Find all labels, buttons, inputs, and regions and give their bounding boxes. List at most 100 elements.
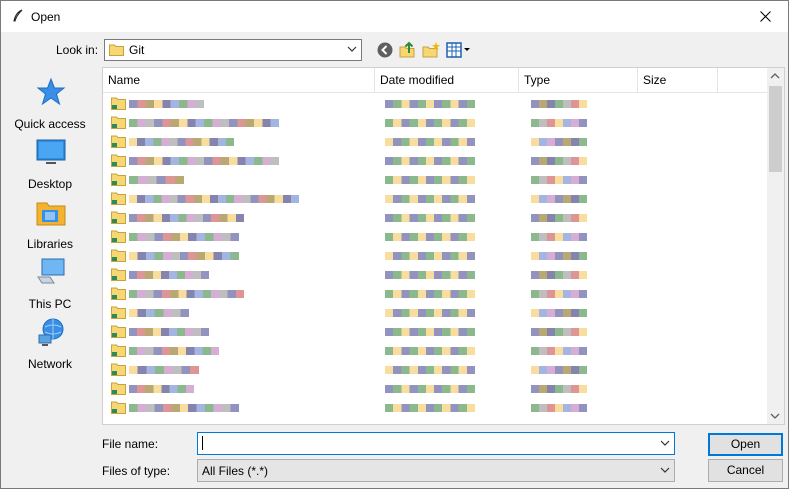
column-type[interactable]: Type	[524, 73, 550, 87]
list-item[interactable]	[103, 132, 768, 151]
column-size[interactable]: Size	[643, 73, 666, 87]
type-obscured	[531, 214, 587, 222]
file-list[interactable]: ⌃ Name Date modified Type Size	[102, 67, 785, 425]
name-obscured	[129, 290, 244, 298]
close-icon	[759, 11, 771, 22]
network-icon	[38, 318, 64, 346]
place-this-pc[interactable]: This PC	[2, 257, 98, 313]
folder-icon	[111, 401, 126, 414]
folder-icon	[111, 211, 126, 224]
date-obscured	[385, 195, 475, 203]
filename-label: File name:	[102, 437, 159, 451]
type-obscured	[531, 138, 587, 146]
name-obscured	[129, 138, 234, 146]
list-item[interactable]	[103, 303, 768, 322]
chevron-down-icon	[660, 467, 670, 473]
name-obscured	[129, 404, 239, 412]
type-obscured	[531, 119, 587, 127]
type-obscured	[531, 404, 587, 412]
list-item[interactable]	[103, 170, 768, 189]
folder-icon	[111, 344, 126, 357]
list-item[interactable]	[103, 398, 768, 417]
name-obscured	[129, 347, 219, 355]
name-obscured	[129, 328, 209, 336]
cancel-button[interactable]: Cancel	[708, 459, 783, 482]
name-obscured	[129, 233, 239, 241]
up-folder-icon[interactable]	[399, 41, 417, 59]
date-obscured	[385, 366, 475, 374]
folder-icon	[111, 249, 126, 262]
list-item[interactable]	[103, 322, 768, 341]
date-obscured	[385, 271, 475, 279]
list-item[interactable]	[103, 341, 768, 360]
view-menu-button[interactable]	[446, 41, 472, 59]
back-icon[interactable]	[376, 41, 394, 59]
date-obscured	[385, 119, 475, 127]
sort-ascending-icon: ⌃	[233, 67, 241, 74]
date-obscured	[385, 347, 475, 355]
folder-icon	[111, 382, 126, 395]
file-list-header: ⌃ Name Date modified Type Size	[103, 68, 768, 93]
filetype-select[interactable]: All Files (*.*)	[197, 459, 675, 482]
list-item[interactable]	[103, 113, 768, 132]
open-dialog: Open Look in: Git Quick access Desktop L…	[0, 0, 789, 489]
new-folder-icon[interactable]	[422, 41, 440, 59]
lookin-label: Look in:	[56, 43, 99, 57]
place-label: Libraries	[26, 237, 74, 251]
place-libraries[interactable]: Libraries	[2, 197, 98, 253]
list-item[interactable]	[103, 189, 768, 208]
scroll-down-icon[interactable]	[770, 411, 780, 421]
list-item[interactable]	[103, 151, 768, 170]
folder-icon	[111, 363, 126, 376]
vertical-scrollbar[interactable]	[767, 68, 784, 424]
open-button[interactable]: Open	[708, 433, 783, 456]
name-obscured	[129, 271, 209, 279]
place-desktop[interactable]: Desktop	[2, 137, 98, 193]
lookin-combo[interactable]: Git	[104, 39, 362, 61]
type-obscured	[531, 252, 587, 260]
type-obscured	[531, 233, 587, 241]
chevron-down-icon[interactable]	[660, 438, 670, 448]
date-obscured	[385, 100, 475, 108]
list-item[interactable]	[103, 246, 768, 265]
name-obscured	[129, 309, 189, 317]
type-obscured	[531, 176, 587, 184]
type-obscured	[531, 347, 587, 355]
folder-icon	[111, 154, 126, 167]
list-item[interactable]	[103, 208, 768, 227]
text-caret	[202, 436, 203, 450]
date-obscured	[385, 309, 475, 317]
date-obscured	[385, 233, 475, 241]
folder-icon	[109, 44, 124, 56]
scroll-up-icon[interactable]	[770, 71, 780, 81]
name-obscured	[129, 385, 194, 393]
column-name[interactable]: Name	[108, 73, 140, 87]
list-item[interactable]	[103, 265, 768, 284]
list-item[interactable]	[103, 379, 768, 398]
list-item[interactable]	[103, 360, 768, 379]
date-obscured	[385, 176, 475, 184]
chevron-down-icon	[347, 46, 357, 52]
column-date-modified[interactable]: Date modified	[380, 73, 454, 87]
date-obscured	[385, 385, 475, 393]
place-label: Desktop	[27, 177, 73, 191]
list-item[interactable]	[103, 284, 768, 303]
filetype-label: Files of type:	[102, 464, 171, 478]
folder-icon	[111, 306, 126, 319]
place-quick-access[interactable]: Quick access	[2, 77, 98, 133]
filename-input[interactable]	[197, 432, 675, 455]
name-obscured	[129, 157, 279, 165]
list-item[interactable]	[103, 94, 768, 113]
date-obscured	[385, 290, 475, 298]
folder-icon	[111, 97, 126, 110]
list-item[interactable]	[103, 227, 768, 246]
name-obscured	[129, 100, 204, 108]
place-label: Quick access	[14, 117, 86, 131]
place-network[interactable]: Network	[2, 317, 98, 373]
star-icon	[36, 77, 66, 106]
place-label: Network	[27, 357, 72, 371]
feather-icon	[13, 9, 23, 22]
filetype-value: All Files (*.*)	[202, 464, 269, 478]
close-button[interactable]	[742, 1, 788, 32]
scrollbar-thumb[interactable]	[769, 86, 782, 172]
